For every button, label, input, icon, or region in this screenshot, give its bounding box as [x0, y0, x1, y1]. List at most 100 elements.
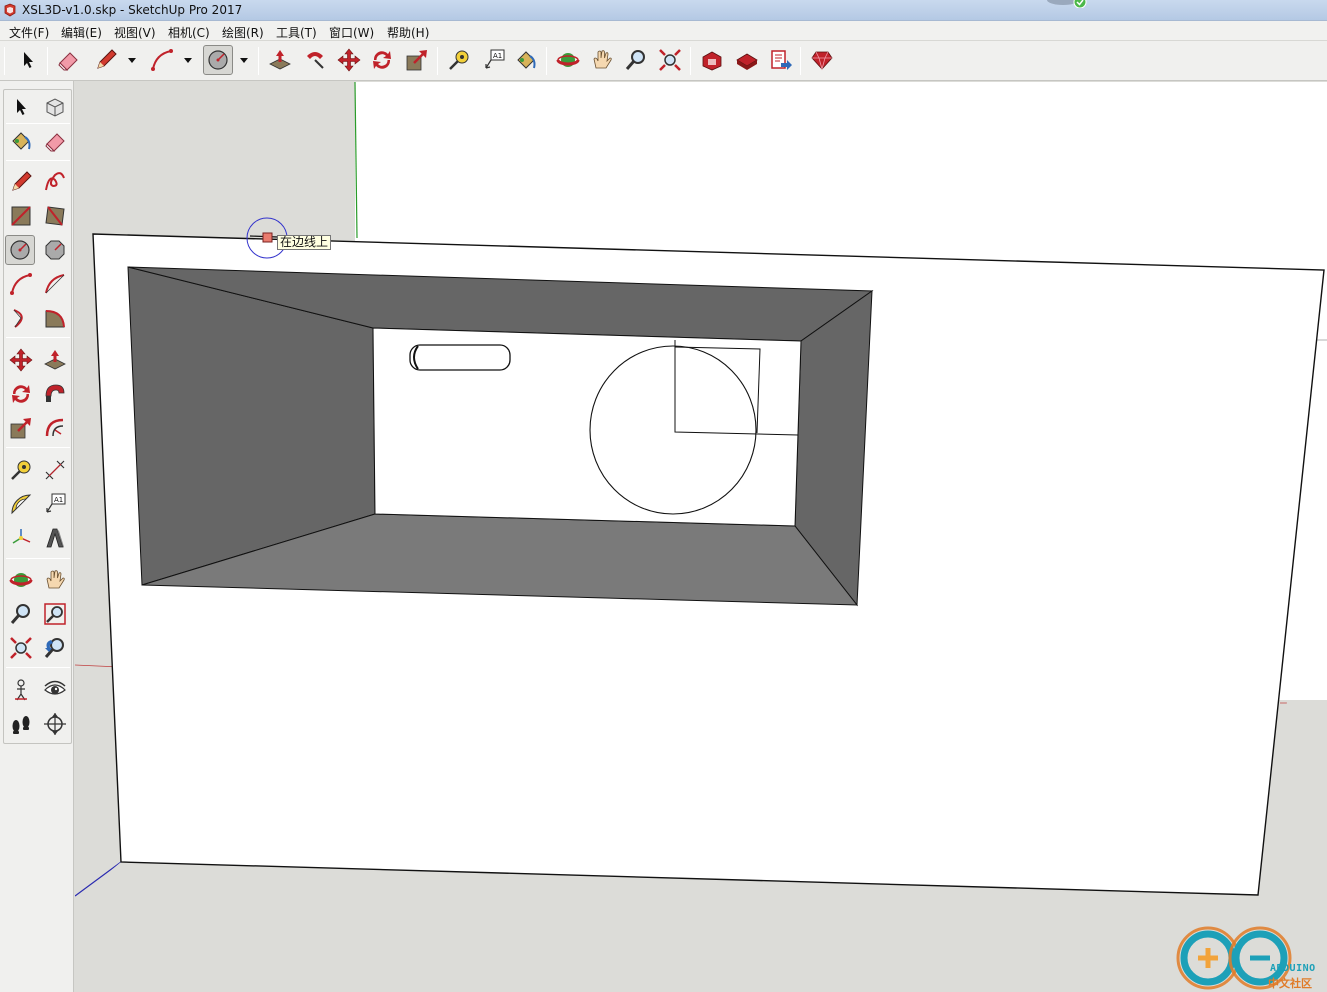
toolbar-separator [258, 47, 259, 75]
look-around-tool[interactable] [40, 675, 70, 705]
modeling-viewport[interactable] [75, 82, 1327, 992]
orbit-icon [556, 53, 580, 67]
paint-bucket-tool[interactable] [6, 126, 36, 156]
look-around-icon [44, 680, 66, 695]
tape-measure-icon [11, 460, 31, 480]
previous-view-icon [44, 638, 64, 658]
two-point-arc-tool[interactable] [40, 269, 70, 299]
text-icon: A1 [46, 493, 66, 513]
title-bar: XSL3D-v1.0.skp - SketchUp Pro 2017 [0, 0, 1327, 21]
polygon-tool[interactable] [40, 235, 70, 265]
paint-bucket-button[interactable] [511, 45, 541, 75]
pan-button[interactable] [587, 45, 617, 75]
menu-draw[interactable]: 绘图(R) [222, 24, 264, 41]
push-pull-button[interactable] [265, 45, 295, 75]
text-tool[interactable]: A1 [40, 489, 70, 519]
menu-tools[interactable]: 工具(T) [276, 24, 317, 41]
rectangle-tool[interactable] [6, 201, 36, 231]
dropdown-arrow-icon[interactable] [183, 55, 193, 65]
slot-cutout[interactable] [409, 344, 511, 371]
toolbar-separator [6, 667, 70, 668]
follow-me-button[interactable] [300, 45, 330, 75]
select-tool[interactable] [6, 92, 36, 122]
extension-warehouse-button[interactable] [732, 45, 762, 75]
pie-tool[interactable] [40, 303, 70, 333]
zoom-tool[interactable] [6, 599, 36, 629]
scene-canvas[interactable] [75, 82, 1327, 992]
arc-button[interactable] [147, 45, 177, 75]
dropdown-arrow-icon[interactable] [239, 55, 249, 65]
warehouse-button[interactable] [697, 45, 727, 75]
offset-tool[interactable] [40, 413, 70, 443]
toolbar-separator [800, 47, 801, 75]
text-label-button[interactable]: A1 [479, 45, 509, 75]
axes-tool[interactable] [6, 523, 36, 553]
pencil-tool[interactable] [6, 167, 36, 197]
push-pull-tool[interactable] [40, 345, 70, 375]
menu-window[interactable]: 窗口(W) [329, 24, 374, 41]
large-tool-set: A1 [0, 81, 74, 992]
circle-tool[interactable] [5, 235, 35, 265]
eraser-tool[interactable] [40, 126, 70, 156]
axes-icon [12, 529, 31, 544]
dropdown-arrow-icon[interactable] [127, 55, 137, 65]
window-title: XSL3D-v1.0.skp - SketchUp Pro 2017 [22, 3, 243, 17]
walk-icon [12, 716, 30, 734]
pencil-button[interactable] [91, 45, 121, 75]
menu-edit[interactable]: 编辑(E) [61, 24, 102, 41]
zoom-extents-tool[interactable] [6, 633, 36, 663]
push-pull-icon [269, 50, 291, 70]
drawn-circle[interactable] [589, 345, 757, 515]
tape-measure-tool[interactable] [6, 455, 36, 485]
zoom-extents-icon [10, 637, 32, 659]
extension-warehouse-icon [736, 53, 758, 70]
previous-view-tool[interactable] [40, 633, 70, 663]
rotate-button[interactable] [367, 45, 397, 75]
rotated-rectangle-tool[interactable] [40, 201, 70, 231]
toolbar-separator [6, 447, 70, 448]
freehand-tool[interactable] [40, 167, 70, 197]
zoom-icon [10, 604, 30, 624]
three-point-arc-tool[interactable] [6, 303, 36, 333]
section-plane-tool[interactable] [40, 709, 70, 739]
orbit-icon [9, 573, 33, 587]
zoom-extents-button[interactable] [655, 45, 685, 75]
scale-tool[interactable] [6, 413, 36, 443]
protractor-tool[interactable] [6, 489, 36, 519]
arc-tool[interactable] [6, 269, 36, 299]
menu-view[interactable]: 视图(V) [114, 24, 156, 41]
send-to-layout-button[interactable] [766, 45, 796, 75]
dimension-icon [45, 460, 65, 480]
move-tool[interactable] [6, 345, 36, 375]
rotate-tool[interactable] [6, 379, 36, 409]
orbit-button[interactable] [553, 45, 583, 75]
tape-measure-button[interactable] [444, 45, 474, 75]
scale-button[interactable] [402, 45, 432, 75]
make-component-tool[interactable] [40, 92, 70, 122]
menu-file[interactable]: 文件(F) [9, 24, 49, 41]
menu-help[interactable]: 帮助(H) [387, 24, 429, 41]
zoom-button[interactable] [621, 45, 651, 75]
menu-camera[interactable]: 相机(C) [168, 24, 210, 41]
orbit-tool[interactable] [6, 565, 36, 595]
move-button[interactable] [334, 45, 364, 75]
ruby-console-button[interactable] [807, 45, 837, 75]
arc-icon [151, 49, 173, 71]
position-camera-tool[interactable] [6, 675, 36, 705]
dimension-tool[interactable] [40, 455, 70, 485]
zoom-window-icon [44, 603, 66, 625]
eraser-button[interactable] [53, 45, 83, 75]
zoom-window-tool[interactable] [40, 599, 70, 629]
freehand-icon [45, 172, 65, 191]
rotate-icon [12, 385, 30, 403]
sketchup-window: XSL3D-v1.0.skp - SketchUp Pro 2017 文件(F)… [0, 0, 1327, 992]
toolbar-separator [6, 558, 70, 559]
follow-me-tool[interactable] [40, 379, 70, 409]
pie-icon [45, 310, 65, 328]
3d-text-tool[interactable] [40, 523, 70, 553]
walk-tool[interactable] [6, 709, 36, 739]
circle-button[interactable] [203, 45, 233, 75]
position-camera-icon [15, 679, 27, 701]
select-button[interactable] [13, 45, 43, 75]
pan-tool[interactable] [40, 565, 70, 595]
